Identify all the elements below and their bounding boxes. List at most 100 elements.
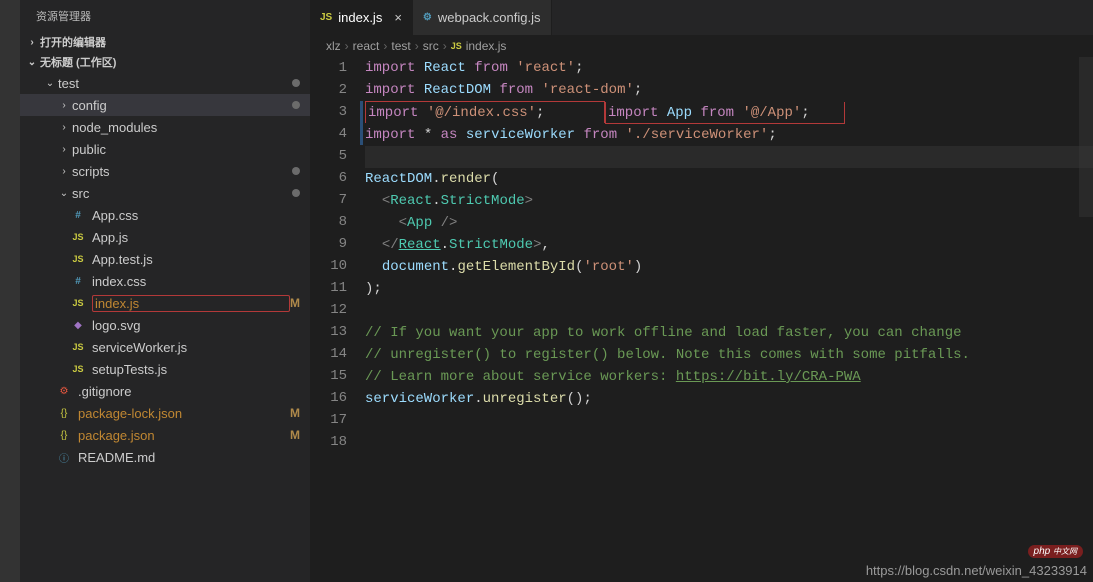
code-line[interactable]: import * as serviceWorker from './servic… <box>365 124 1093 146</box>
file-item[interactable]: #index.css <box>20 270 310 292</box>
code-line[interactable]: document.getElementById('root') <box>365 256 1093 278</box>
line-number: 18 <box>310 431 347 453</box>
code-line[interactable]: </React.StrictMode>, <box>365 234 1093 256</box>
breadcrumb-separator: › <box>415 39 419 53</box>
line-number: 12 <box>310 299 347 321</box>
line-number: 9 <box>310 233 347 255</box>
file-item[interactable]: JSApp.test.js <box>20 248 310 270</box>
file-name: .gitignore <box>78 384 310 399</box>
file-item[interactable]: JSserviceWorker.js <box>20 336 310 358</box>
code-line[interactable] <box>365 146 1093 168</box>
svg-file-icon: ◆ <box>70 317 86 333</box>
explorer-sidebar: 资源管理器 › 打开的编辑器 ⌄ 无标题 (工作区) ⌄test›config›… <box>20 0 310 582</box>
file-item[interactable]: {}package-lock.jsonM <box>20 402 310 424</box>
line-number: 1 <box>310 57 347 79</box>
file-item[interactable]: JSindex.jsM <box>20 292 310 314</box>
folder-item[interactable]: ›node_modules <box>20 116 310 138</box>
code-line[interactable]: import ReactDOM from 'react-dom'; <box>365 79 1093 101</box>
code-line[interactable]: // If you want your app to work offline … <box>365 322 1093 344</box>
code-line[interactable]: import '@/index.css'; <box>365 101 605 123</box>
breadcrumb-segment[interactable]: react <box>353 39 380 53</box>
code-line[interactable]: <App /> <box>365 212 1093 234</box>
line-number: 14 <box>310 343 347 365</box>
editor-tab[interactable]: JSindex.js× <box>310 0 413 35</box>
breadcrumb-separator: › <box>383 39 387 53</box>
folder-item[interactable]: ›public <box>20 138 310 160</box>
code-line[interactable]: serviceWorker.unregister(); <box>365 388 1093 410</box>
css-file-icon: # <box>70 207 86 223</box>
breadcrumb[interactable]: xlz›react›test›src›JSindex.js <box>310 35 1093 57</box>
close-icon[interactable]: × <box>394 10 402 25</box>
folder-name: node_modules <box>72 120 310 135</box>
line-number: 8 <box>310 211 347 233</box>
chevron-down-icon: ⌄ <box>24 57 40 68</box>
editor-tab[interactable]: ⚙webpack.config.js <box>413 0 552 35</box>
js-file-icon: JS <box>70 295 86 311</box>
file-item[interactable]: JSApp.js <box>20 226 310 248</box>
breadcrumb-segment[interactable]: index.js <box>466 39 507 53</box>
chevron-right-icon: › <box>56 122 72 133</box>
workspace-section[interactable]: ⌄ 无标题 (工作区) <box>20 52 310 72</box>
folder-name: public <box>72 142 310 157</box>
code-content[interactable]: import React from 'react';import ReactDO… <box>365 57 1093 582</box>
js-file-icon: JS <box>70 229 86 245</box>
folder-item[interactable]: ›scripts <box>20 160 310 182</box>
file-item[interactable]: ⓘREADME.md <box>20 446 310 468</box>
file-name: setupTests.js <box>92 362 310 377</box>
file-name: index.css <box>92 274 310 289</box>
chevron-right-icon: › <box>56 166 72 177</box>
tab-label: index.js <box>338 10 382 25</box>
breadcrumb-segment[interactable]: test <box>391 39 410 53</box>
file-name: package.json <box>78 428 290 443</box>
activity-bar[interactable] <box>0 0 20 582</box>
code-line[interactable]: ); <box>365 278 1093 300</box>
chevron-down-icon: ⌄ <box>56 188 72 199</box>
line-number: 17 <box>310 409 347 431</box>
open-editors-section[interactable]: › 打开的编辑器 <box>20 32 310 52</box>
js-file-icon: JS <box>70 339 86 355</box>
code-line[interactable]: <React.StrictMode> <box>365 190 1093 212</box>
js-file-icon: JS <box>70 251 86 267</box>
line-number: 13 <box>310 321 347 343</box>
js-file-icon: JS <box>70 361 86 377</box>
chevron-right-icon: › <box>24 37 40 48</box>
md-file-icon: ⓘ <box>56 449 72 465</box>
folder-name: scripts <box>72 164 292 179</box>
code-editor[interactable]: 123456789101112131415161718 import React… <box>310 57 1093 582</box>
file-item[interactable]: {}package.jsonM <box>20 424 310 446</box>
line-number: 4 <box>310 123 347 145</box>
json-file-icon: {} <box>56 427 72 443</box>
file-item[interactable]: #App.css <box>20 204 310 226</box>
folder-item[interactable]: ›config <box>20 94 310 116</box>
line-number: 11 <box>310 277 347 299</box>
breadcrumb-segment[interactable]: xlz <box>326 39 341 53</box>
code-line[interactable]: ReactDOM.render( <box>365 168 1093 190</box>
js-file-icon: JS <box>451 41 462 51</box>
folder-name: config <box>72 98 292 113</box>
code-line[interactable]: // unregister() to register() below. Not… <box>365 344 1093 366</box>
code-line[interactable]: // Learn more about service workers: htt… <box>365 366 1093 388</box>
folder-item[interactable]: ⌄src <box>20 182 310 204</box>
editor-area: JSindex.js×⚙webpack.config.js xlz›react›… <box>310 0 1093 582</box>
workspace-label: 无标题 (工作区) <box>40 54 116 70</box>
file-item[interactable]: ◆logo.svg <box>20 314 310 336</box>
breadcrumb-separator: › <box>443 39 447 53</box>
breadcrumb-segment[interactable]: src <box>423 39 439 53</box>
code-line[interactable] <box>365 410 1093 432</box>
folder-item[interactable]: ⌄test <box>20 72 310 94</box>
tab-bar: JSindex.js×⚙webpack.config.js <box>310 0 1093 35</box>
line-number: 3 <box>310 101 347 123</box>
minimap[interactable] <box>1079 57 1093 457</box>
breadcrumb-separator: › <box>345 39 349 53</box>
gear-icon: ⚙ <box>423 12 432 23</box>
code-line[interactable] <box>365 300 1093 322</box>
code-line[interactable]: import React from 'react'; <box>365 57 1093 79</box>
open-editors-label: 打开的编辑器 <box>40 34 106 50</box>
file-item[interactable]: ⚙.gitignore <box>20 380 310 402</box>
chevron-down-icon: ⌄ <box>42 78 58 89</box>
file-item[interactable]: JS setupTests.js <box>20 358 310 380</box>
php-watermark-badge: php 中文网 <box>1028 545 1083 558</box>
csdn-watermark: https://blog.csdn.net/weixin_43233914 <box>866 563 1087 578</box>
file-name: package-lock.json <box>78 406 290 421</box>
code-line[interactable]: import App from '@/App'; <box>605 102 845 124</box>
